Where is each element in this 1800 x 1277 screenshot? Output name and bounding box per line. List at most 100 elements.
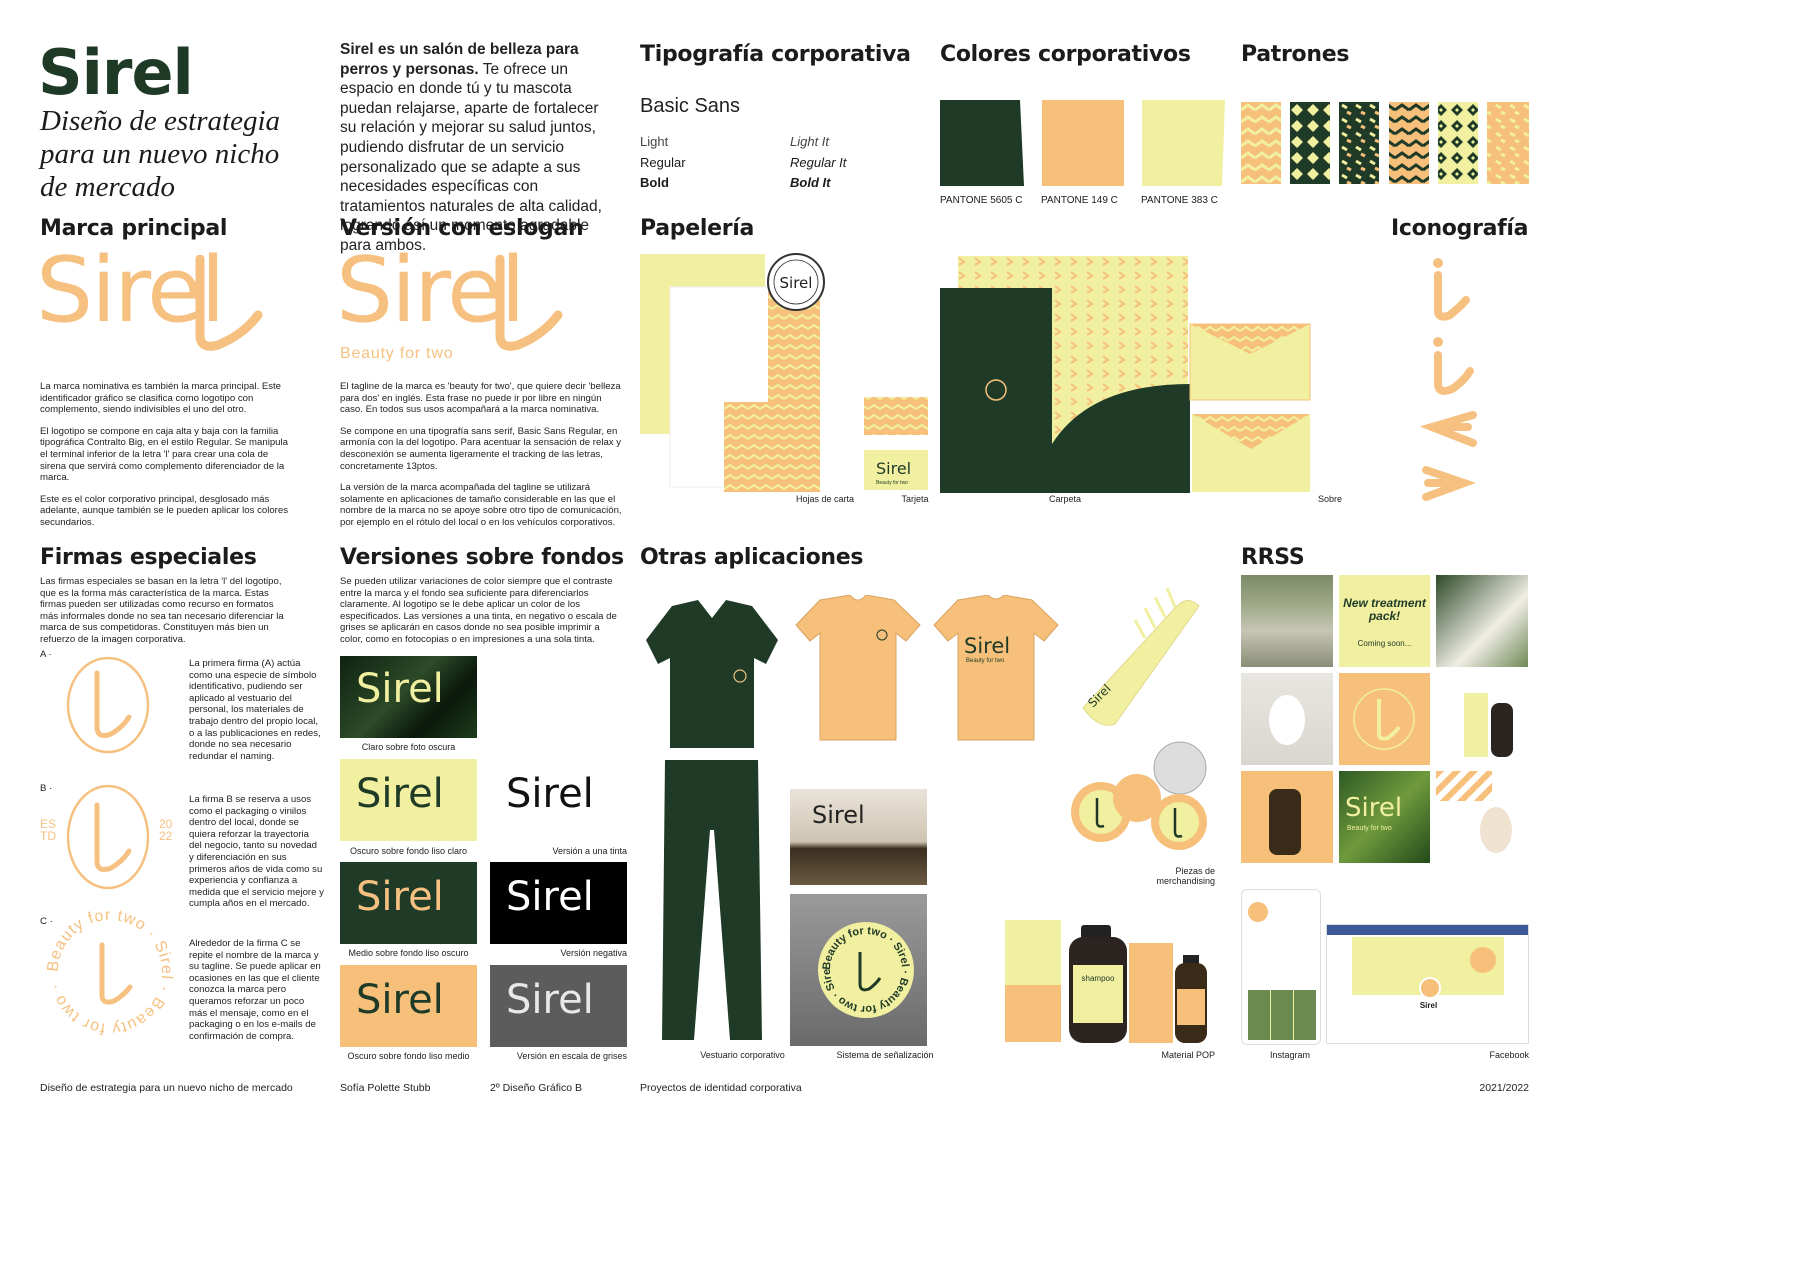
pin-back: [1153, 741, 1207, 795]
tshirt-back: [933, 595, 1059, 741]
weight-bold: Bold: [640, 175, 669, 190]
font-weights: Light Regular Bold: [640, 132, 686, 194]
rrss-product: [1436, 673, 1528, 765]
logo-panel-negative: Sirel: [490, 862, 627, 944]
footer-project-title: Diseño de estrategia para un nuevo nicho…: [40, 1082, 293, 1094]
pop-material-mockup: shampoo: [1005, 920, 1207, 1043]
tshirt-front: [795, 595, 921, 741]
estd-right: 20 22: [159, 817, 173, 843]
caption-hojas: Hojas de carta: [795, 494, 855, 504]
marca-paragraph: Este es el color corporativo principal, …: [40, 493, 289, 528]
section-title-firmas: Firmas especiales: [40, 545, 257, 570]
post-title: New treatment pack!: [1343, 596, 1426, 623]
brand-title: Sirel: [38, 36, 194, 109]
marca-paragraph: La marca nominativa es también la marca …: [40, 381, 282, 416]
pattern-2: [1290, 102, 1330, 184]
page-subtitle: Diseño de estrategia para un nuevo nicho…: [40, 105, 320, 204]
font-name: Basic Sans: [640, 95, 741, 117]
logo-panel-grayscale: Sirel: [490, 965, 627, 1047]
fb-avatar: [1419, 977, 1441, 999]
swatch-orange: [1042, 100, 1124, 186]
storefront-logo: Sirel: [812, 801, 865, 829]
storefront-photo: Sirel: [790, 789, 927, 885]
eslogan-paragraph: Se compone en una tipografía sans serif,…: [340, 425, 622, 472]
firma-text-a: La primera firma (A) actúa como una espe…: [189, 658, 321, 762]
folder-cover: [940, 288, 1052, 493]
bottle-label: shampoo: [1082, 974, 1115, 983]
pantone-1: PANTONE 5605 C: [940, 195, 1023, 206]
tshirt-mockup: Sirel Beauty for two: [795, 595, 1059, 741]
tshirt-logo: Sirel: [964, 634, 1010, 658]
card-logo: Sirel: [876, 459, 911, 478]
section-title-typography: Tipografía corporativa: [640, 42, 911, 67]
caption-fondo-1: Claro sobre foto oscura: [361, 742, 456, 752]
subtitle-line: Diseño de estrategia: [40, 105, 281, 137]
marca-paragraph: El logotipo se compone en caja alta y ba…: [40, 425, 288, 484]
rrss-photo-4: [1241, 673, 1333, 765]
caption-facebook: Facebook: [1489, 1050, 1529, 1060]
eslogan-paragraph: El tagline de la marca es 'beauty for tw…: [340, 381, 621, 416]
pattern-6: [1487, 102, 1529, 184]
mermaid-tail-icon: [195, 255, 263, 351]
mermaid-tail-icon: [495, 255, 563, 351]
estd-left: ES TD: [40, 817, 57, 843]
italic-light: Light It: [790, 134, 830, 149]
logo-panel-medium: Sirel: [340, 965, 477, 1047]
firma-text-b: La firma B se reserva a usos como el pac…: [189, 794, 324, 910]
signature-b-icon: [66, 784, 150, 890]
fondos-intro: Se pueden utilizar variaciones de color …: [340, 576, 617, 645]
marca-text: La marca nominativa es también la marca …: [40, 381, 290, 529]
rrss-photo-9: [1436, 771, 1528, 863]
uniform-pants: [662, 760, 762, 1040]
firma-label-a: A ·: [40, 649, 52, 660]
signature-a-icon: [66, 656, 150, 754]
instagram-phone-mockup: [1241, 889, 1321, 1045]
section-title-rrss: RRSS: [1241, 545, 1305, 570]
subtitle-line: de mercado: [40, 171, 176, 203]
subtitle-line: para un nuevo nicho: [40, 138, 280, 170]
svg-text:Beauty for two · Sirel · Beaut: Beauty for two · Sirel · Beauty for two …: [40, 905, 175, 1037]
section-title-papeleria: Papelería: [640, 216, 755, 241]
leaf-post-logo: Sirel: [1345, 793, 1403, 823]
footer-author: Sofía Polette Stubb: [340, 1082, 431, 1094]
pattern-1: [1241, 102, 1281, 184]
footer-year: 2021/2022: [1479, 1082, 1529, 1094]
pattern-swatches: [1241, 102, 1529, 184]
stationery-mockup: Sirel Sirel Beauty for two: [640, 253, 928, 492]
rrss-post-emblem: [1339, 673, 1430, 765]
folder-envelope-mockup: [940, 256, 1311, 493]
info-icon: [1433, 337, 1443, 347]
firma-text-c: Alrededor de la firma C se repite el nom…: [189, 938, 321, 1042]
rrss-photo-3: [1436, 575, 1528, 667]
comb-icon: [1082, 600, 1200, 726]
caption-senalizacion: Sistema de señalización: [836, 1050, 934, 1060]
caption-tarjeta: Tarjeta: [901, 494, 929, 504]
tshirt-tagline: Beauty for two: [966, 658, 1005, 664]
caption-fondo-4: Medio sobre fondo liso oscuro: [348, 948, 469, 958]
small-box: [1129, 943, 1173, 1043]
post-subtitle: Coming soon...: [1357, 639, 1412, 648]
rrss-photo-1: [1241, 575, 1333, 667]
pins-mockup: [1071, 741, 1207, 850]
caption-fondo-5: Versión negativa: [560, 948, 627, 958]
caption-carpeta: Carpeta: [1048, 494, 1082, 504]
comb-mockup: Sirel: [1082, 587, 1200, 726]
pantone-2: PANTONE 149 C: [1041, 195, 1118, 206]
caption-instagram: Instagram: [1270, 1050, 1311, 1060]
caption-fondo-2: Oscuro sobre fondo liso claro: [349, 846, 468, 856]
footer-course: 2º Diseño Gráfico B: [490, 1082, 582, 1094]
logo-panel-photo: Sirel: [340, 656, 477, 738]
section-title-otras: Otras aplicaciones: [640, 545, 864, 570]
slogan-tagline: Beauty for two: [340, 345, 454, 362]
leaf-post-tagline: Beauty for two: [1347, 825, 1392, 832]
logo-panel-onecolor: Sirel: [490, 759, 627, 841]
weight-light: Light: [640, 134, 669, 149]
fb-page-name: Sirel: [1419, 1001, 1438, 1010]
weight-regular: Regular: [640, 154, 686, 170]
profile-avatar: [1248, 902, 1268, 922]
footer-subject: Proyectos de identidad corporativa: [640, 1082, 802, 1094]
rrss-post-leaf: Sirel Beauty for two: [1339, 771, 1430, 863]
section-title-iconografia: Iconografía: [1391, 216, 1529, 241]
italic-bold: Bold It: [790, 175, 831, 190]
font-italics: Light It Regular It Bold It: [790, 132, 846, 194]
